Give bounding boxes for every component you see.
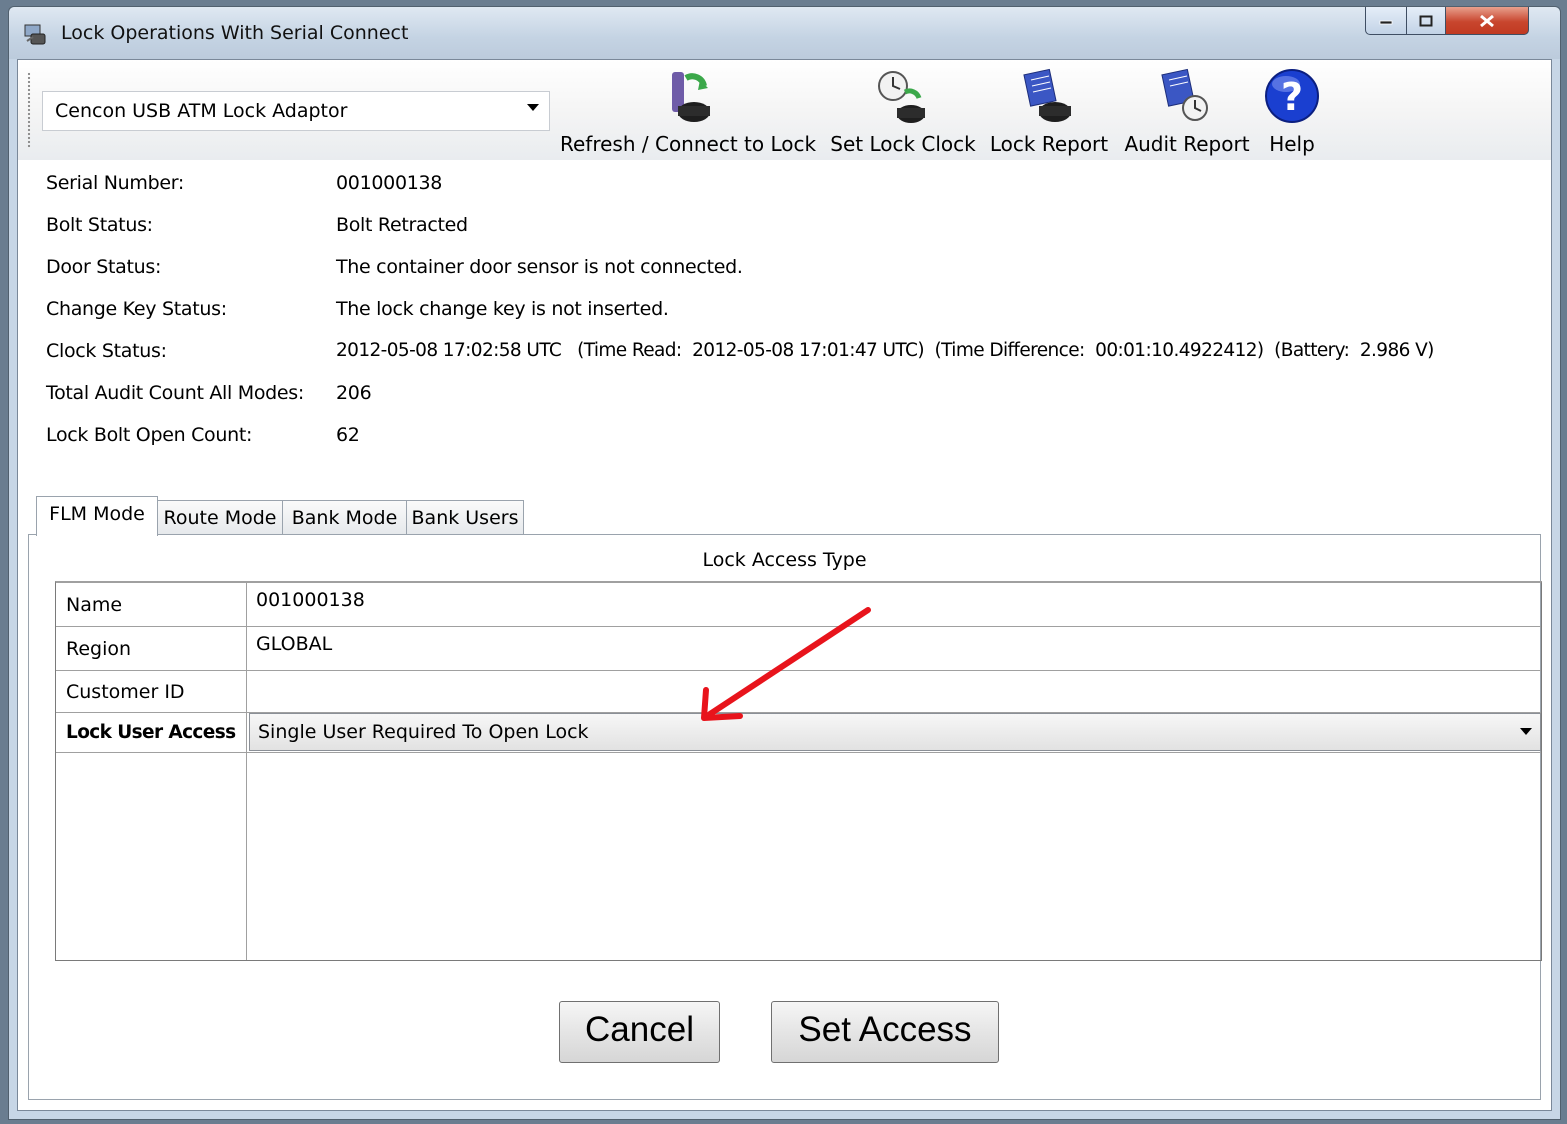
door-status-value: The container door sensor is not connect… [336,256,743,278]
grid-row-region[interactable]: Region GLOBAL [56,627,1541,671]
grid-label-lock-user-access: Lock User Access [56,713,247,752]
maximize-icon [1419,15,1433,26]
grid-label-region: Region [56,627,247,670]
lock-access-type-title: Lock Access Type [702,549,867,571]
bolt-open-count-label: Lock Bolt Open Count: [46,424,253,446]
flm-mode-panel: Lock Access Type Name 001000138 Region G… [28,534,1542,1100]
dropdown-arrow-icon [1520,728,1532,735]
grid-row-name[interactable]: Name 001000138 [56,583,1541,627]
refresh-connect-label: Refresh / Connect to Lock [560,132,817,156]
device-select-value: Cencon USB ATM Lock Adaptor [55,100,348,122]
refresh-connect-button[interactable]: Refresh / Connect to Lock [560,68,817,156]
tab-bank-users[interactable]: Bank Users [406,500,524,534]
lock-user-access-value: Single User Required To Open Lock [258,721,589,743]
toolbar-grip[interactable] [27,72,31,148]
grid-value-region: GLOBAL [256,633,333,655]
grid-row-customer-id[interactable]: Customer ID [56,671,1541,713]
tab-route-mode[interactable]: Route Mode [157,500,283,534]
help-icon: ? [1265,69,1319,123]
help-button[interactable]: ? Help [1262,68,1322,156]
title-bar[interactable]: Lock Operations With Serial Connect [9,7,1560,59]
tab-flm-mode[interactable]: FLM Mode [36,496,158,536]
minimize-icon [1379,20,1393,24]
device-select[interactable]: Cencon USB ATM Lock Adaptor [42,91,550,131]
clock-status-label: Clock Status: [46,340,167,362]
serial-number-label: Serial Number: [46,172,184,194]
grid-label-name: Name [56,583,247,626]
toolbar: Cencon USB ATM Lock Adaptor Refresh / Co… [18,60,1551,160]
audit-report-label: Audit Report [1124,132,1250,156]
lock-user-access-select[interactable]: Single User Required To Open Lock [249,713,1541,751]
maximize-button[interactable] [1406,7,1446,35]
grid-column-divider [246,753,247,960]
audit-report-icon [1161,68,1208,121]
grid-label-customer-id: Customer ID [56,671,247,712]
lock-report-icon [1023,68,1071,122]
clock-status-value: 2012-05-08 17:02:58 UTC (Time Read: 2012… [336,340,1434,361]
client-area: Cencon USB ATM Lock Adaptor Refresh / Co… [17,59,1552,1111]
change-key-status-value: The lock change key is not inserted. [336,298,669,320]
window-title: Lock Operations With Serial Connect [61,22,409,44]
serial-number-value: 001000138 [336,172,443,194]
refresh-connect-lock-icon [672,72,710,122]
dropdown-arrow-icon [527,104,539,111]
bolt-status-value: Bolt Retracted [336,214,468,236]
audit-report-button[interactable]: Audit Report [1124,68,1250,156]
bolt-open-count-value: 62 [336,424,360,446]
property-grid: Name 001000138 Region GLOBAL Customer ID… [55,581,1542,961]
close-icon [1480,14,1494,27]
lock-report-label: Lock Report [989,132,1109,156]
svg-text:?: ? [1281,75,1303,119]
cancel-button[interactable]: Cancel [559,1001,720,1063]
set-access-button[interactable]: Set Access [771,1001,999,1063]
set-clock-icon [878,71,925,123]
audit-count-label: Total Audit Count All Modes: [46,382,305,404]
app-window: Lock Operations With Serial Connect Cenc… [8,6,1561,1120]
change-key-status-label: Change Key Status: [46,298,227,320]
door-status-label: Door Status: [46,256,162,278]
tab-bank-mode[interactable]: Bank Mode [282,500,407,534]
help-label: Help [1269,132,1315,156]
grid-row-lock-user-access[interactable]: Lock User Access Single User Required To… [56,713,1541,753]
minimize-button[interactable] [1365,7,1407,35]
bolt-status-label: Bolt Status: [46,214,153,236]
app-icon [24,24,46,45]
grid-value-name: 001000138 [256,589,365,611]
lock-report-button[interactable]: Lock Report [988,68,1110,156]
audit-count-value: 206 [336,382,372,404]
close-button[interactable] [1445,7,1529,35]
set-lock-clock-label: Set Lock Clock [830,132,976,156]
set-lock-clock-button[interactable]: Set Lock Clock [828,68,978,156]
